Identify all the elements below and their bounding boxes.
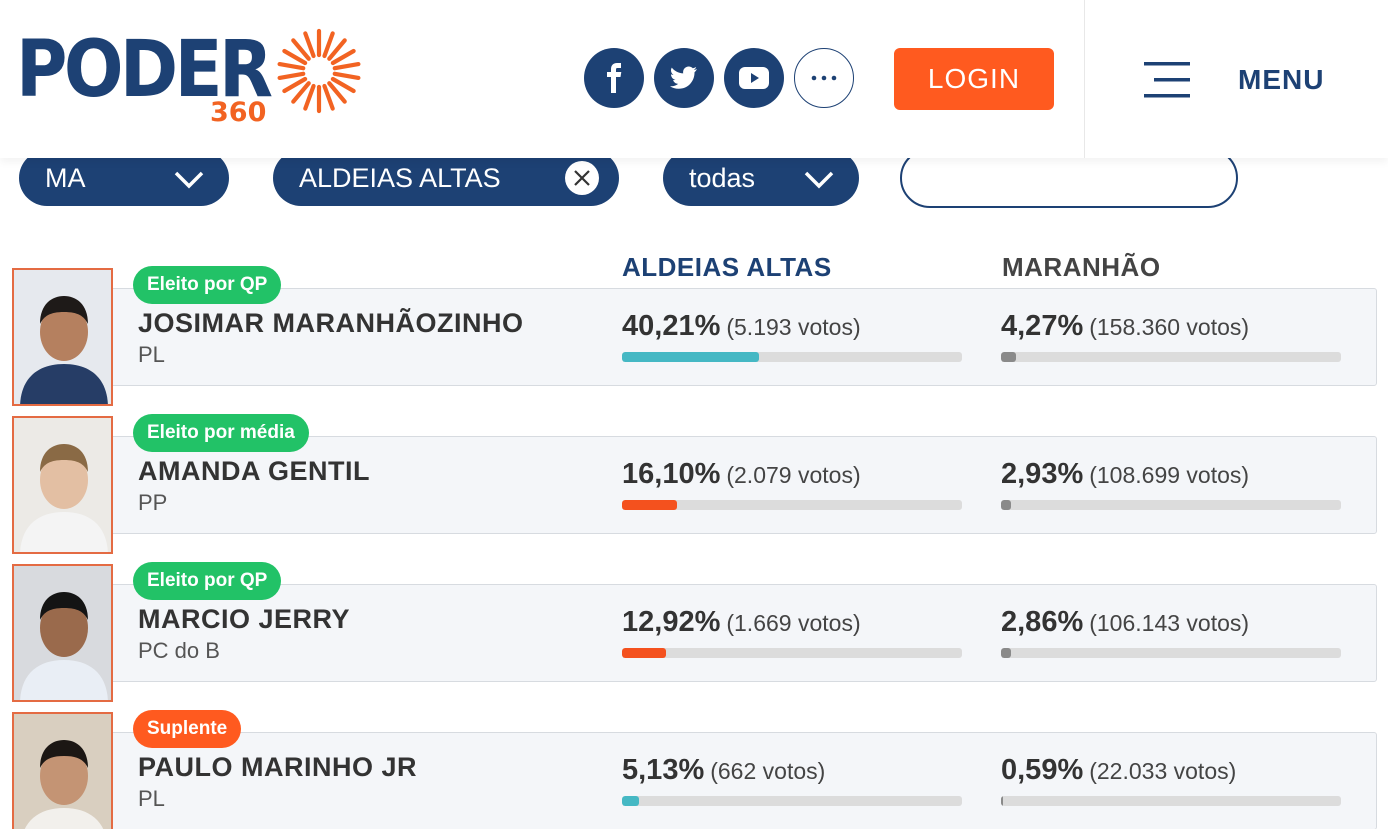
local-progress-bar	[622, 500, 962, 510]
twitter-icon	[670, 66, 697, 89]
local-result: 40,21% (5.193 votos)	[622, 310, 861, 343]
status-badge: Suplente	[133, 710, 242, 748]
local-progress-fill	[622, 500, 677, 510]
local-progress-fill	[622, 352, 759, 362]
local-percentage: 40,21%	[622, 310, 721, 342]
hamburger-menu-icon[interactable]	[1142, 60, 1192, 100]
state-progress-bar	[1001, 648, 1341, 658]
local-votes: (1.669 votos)	[726, 610, 861, 636]
twitter-link[interactable]	[654, 48, 714, 108]
candidate-party: PL	[138, 342, 165, 367]
state-percentage: 4,27%	[1001, 310, 1084, 342]
person-avatar-icon	[14, 270, 111, 404]
candidate-photo	[12, 712, 113, 829]
state-select-value: MA	[45, 162, 86, 193]
person-avatar-icon	[14, 418, 111, 552]
local-progress-bar	[622, 648, 962, 658]
facebook-link[interactable]	[584, 48, 644, 108]
chevron-down-icon	[174, 171, 204, 189]
status-badge: Eleito por média	[133, 414, 309, 452]
candidate-row[interactable]: Eleito por QP JOSIMAR MARANHÃOZINHO PL 4…	[0, 266, 1388, 408]
candidate-name: MARCIO JERRY	[138, 604, 351, 634]
state-progress-bar	[1001, 796, 1341, 806]
header-divider	[1084, 0, 1085, 158]
sun-logo-icon	[277, 28, 361, 114]
candidate-party: PC do B	[138, 638, 220, 663]
local-votes: (2.079 votos)	[726, 462, 861, 488]
local-percentage: 12,92%	[622, 606, 721, 638]
candidate-photo	[12, 268, 113, 406]
youtube-link[interactable]	[724, 48, 784, 108]
candidate-photo	[12, 564, 113, 702]
local-progress-fill	[622, 648, 666, 658]
facebook-icon	[607, 63, 622, 93]
state-progress-fill	[1001, 352, 1016, 362]
local-result: 16,10% (2.079 votos)	[622, 458, 861, 491]
candidate-name: PAULO MARINHO JR	[138, 752, 418, 782]
state-select[interactable]: MA	[19, 150, 229, 206]
more-icon	[811, 75, 837, 81]
chevron-down-icon	[804, 171, 834, 189]
city-select-value: ALDEIAS ALTAS	[299, 162, 501, 193]
state-result: 2,86% (106.143 votos)	[1001, 606, 1249, 639]
local-votes: (5.193 votos)	[726, 314, 861, 340]
person-avatar-icon	[14, 714, 111, 829]
menu-label[interactable]: MENU	[1238, 64, 1324, 96]
close-icon	[574, 170, 590, 186]
local-progress-fill	[622, 796, 640, 806]
local-progress-bar	[622, 352, 962, 362]
city-select[interactable]: ALDEIAS ALTAS	[273, 150, 619, 206]
login-button[interactable]: LOGIN	[894, 48, 1054, 110]
youtube-icon	[739, 67, 769, 89]
scope-select-value: todas	[689, 162, 756, 193]
candidate-row[interactable]: Eleito por QP MARCIO JERRY PC do B 12,92…	[0, 562, 1388, 704]
candidate-party: PP	[138, 490, 168, 515]
state-progress-bar	[1001, 500, 1341, 510]
local-progress-bar	[622, 796, 962, 806]
state-percentage: 0,59%	[1001, 754, 1084, 786]
state-progress-fill	[1001, 796, 1003, 806]
status-badge: Eleito por QP	[133, 266, 282, 304]
state-percentage: 2,93%	[1001, 458, 1084, 490]
candidate-name: AMANDA GENTIL	[138, 456, 370, 486]
candidate-name: JOSIMAR MARANHÃOZINHO	[138, 308, 524, 338]
more-social-button[interactable]	[794, 48, 854, 108]
local-percentage: 5,13%	[622, 754, 705, 786]
poder360-logo[interactable]: PODER 360	[16, 28, 361, 128]
state-progress-bar	[1001, 352, 1341, 362]
state-progress-fill	[1001, 500, 1011, 510]
clear-city-button[interactable]	[565, 161, 599, 195]
state-votes: (108.699 votos)	[1089, 462, 1250, 488]
logo-number: 360	[210, 97, 267, 128]
state-percentage: 2,86%	[1001, 606, 1084, 638]
state-votes: (158.360 votos)	[1089, 314, 1250, 340]
candidate-party: PL	[138, 786, 165, 811]
person-avatar-icon	[14, 566, 111, 700]
state-result: 4,27% (158.360 votos)	[1001, 310, 1249, 343]
local-votes: (662 votos)	[710, 758, 826, 784]
candidate-row[interactable]: Eleito por média AMANDA GENTIL PP 16,10%…	[0, 414, 1388, 556]
state-progress-fill	[1001, 648, 1011, 658]
candidate-photo	[12, 416, 113, 554]
state-result: 0,59% (22.033 votos)	[1001, 754, 1236, 787]
candidate-row[interactable]: Suplente PAULO MARINHO JR PL 5,13% (662 v…	[0, 710, 1388, 829]
local-percentage: 16,10%	[622, 458, 721, 490]
state-result: 2,93% (108.699 votos)	[1001, 458, 1249, 491]
scope-select[interactable]: todas	[663, 150, 859, 206]
site-header: PODER 360 LOGIN MENU	[0, 0, 1388, 158]
state-votes: (22.033 votos)	[1089, 758, 1237, 784]
local-result: 12,92% (1.669 votos)	[622, 606, 861, 639]
local-result: 5,13% (662 votos)	[622, 754, 825, 787]
state-votes: (106.143 votos)	[1089, 610, 1250, 636]
status-badge: Eleito por QP	[133, 562, 282, 600]
